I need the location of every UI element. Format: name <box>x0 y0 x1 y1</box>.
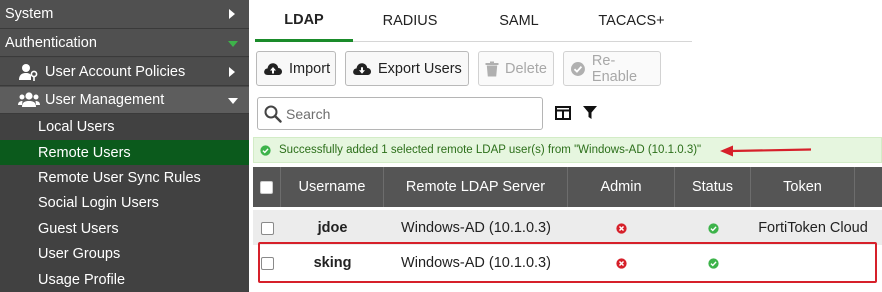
check-circle-icon <box>707 257 719 269</box>
delete-label: Delete <box>505 60 547 77</box>
chevron-down-icon <box>228 98 238 104</box>
row-select-cell <box>253 210 281 246</box>
sidebar-item-user-account-policies[interactable]: User Account Policies <box>0 58 249 86</box>
sidebar-item-label: User Account Policies <box>45 63 186 80</box>
filter-icon[interactable] <box>583 105 599 123</box>
sidebar-item-label: Remote Users <box>38 144 131 161</box>
users-icon <box>18 91 40 109</box>
tab-radius[interactable]: RADIUS <box>353 0 467 42</box>
row-checkbox[interactable] <box>260 256 274 270</box>
status-cell <box>675 210 751 246</box>
check-circle-icon <box>707 222 719 234</box>
column-header-token[interactable]: Token <box>751 167 855 207</box>
table-header: Username Remote LDAP Server Admin Status… <box>253 167 882 207</box>
column-header-remote-ldap-server[interactable]: Remote LDAP Server <box>384 167 568 207</box>
sidebar-item-label: Usage Profile <box>38 271 126 288</box>
re-enable-label: Re-Enable <box>591 52 638 85</box>
sidebar-item-label: User Management <box>45 92 165 108</box>
sidebar: System Authentication User Account Polic… <box>0 0 249 292</box>
status-cell <box>675 245 751 281</box>
admin-cell <box>568 210 675 246</box>
sidebar-item-label: Local Users <box>38 119 115 135</box>
re-enable-button[interactable]: Re-Enable <box>563 51 661 86</box>
column-header-username[interactable]: Username <box>281 167 384 207</box>
select-all-cell <box>253 167 281 207</box>
row-checkbox[interactable] <box>260 221 274 235</box>
user-key-icon <box>18 63 40 81</box>
chevron-right-icon <box>229 9 235 19</box>
trash-icon <box>485 61 499 76</box>
row-select-cell <box>253 245 281 281</box>
select-all-checkbox[interactable] <box>260 180 273 194</box>
tab-bar: LDAP RADIUS SAML TACACS+ <box>255 0 692 42</box>
delete-button[interactable]: Delete <box>478 51 554 86</box>
sidebar-item-usage-profile[interactable]: Usage Profile <box>0 267 249 292</box>
tab-tacacs[interactable]: TACACS+ <box>571 0 692 42</box>
admin-cell <box>568 245 675 281</box>
sidebar-item-remote-users[interactable]: Remote Users <box>0 140 249 165</box>
sidebar-item-authentication[interactable]: Authentication <box>0 29 249 57</box>
sidebar-item-label: Remote User Sync Rules <box>38 169 201 186</box>
tab-saml[interactable]: SAML <box>467 0 571 42</box>
sidebar-item-label: Social Login Users <box>38 195 159 211</box>
token-cell <box>751 245 875 281</box>
export-users-label: Export Users <box>378 60 462 77</box>
sidebar-item-label: System <box>5 6 54 22</box>
search-box <box>257 97 543 130</box>
sidebar-item-system[interactable]: System <box>0 0 249 29</box>
sidebar-item-social-login-users[interactable]: Social Login Users <box>0 190 249 216</box>
sidebar-item-label: User Groups <box>38 246 121 262</box>
sidebar-item-user-groups[interactable]: User Groups <box>0 241 249 267</box>
username-cell: jdoe <box>317 220 348 236</box>
chevron-down-icon <box>228 40 238 47</box>
chevron-right-icon <box>229 66 235 77</box>
table-row[interactable]: jdoe Windows-AD (10.1.0.3) FortiToken Cl… <box>253 210 882 246</box>
import-label: Import <box>289 60 331 77</box>
x-circle-icon <box>616 222 627 234</box>
annotation-arrow <box>720 145 812 157</box>
tab-ldap[interactable]: LDAP <box>255 0 353 42</box>
table-row[interactable]: sking Windows-AD (10.1.0.3) <box>253 245 882 281</box>
column-header-extra <box>855 167 882 207</box>
main-panel: LDAP RADIUS SAML TACACS+ Import Export U… <box>249 0 882 292</box>
x-circle-icon <box>616 257 627 269</box>
server-cell: Windows-AD (10.1.0.3) <box>401 220 551 236</box>
server-cell: Windows-AD (10.1.0.3) <box>401 255 551 271</box>
sidebar-item-local-users[interactable]: Local Users <box>0 114 249 140</box>
sidebar-item-label: Guest Users <box>38 220 119 237</box>
username-cell: sking <box>313 255 352 271</box>
sidebar-item-label: Authentication <box>5 34 97 51</box>
token-cell: FortiToken Cloud <box>758 220 868 236</box>
column-header-admin[interactable]: Admin <box>568 167 675 207</box>
success-message-text: Successfully added 1 selected remote LDA… <box>279 144 702 156</box>
import-button[interactable]: Import <box>256 51 336 86</box>
search-input[interactable] <box>286 105 526 122</box>
cloud-download-icon <box>353 62 371 75</box>
search-icon <box>264 105 282 123</box>
cloud-upload-icon <box>264 62 282 75</box>
column-header-status[interactable]: Status <box>675 167 751 207</box>
export-users-button[interactable]: Export Users <box>345 51 469 86</box>
check-circle-icon <box>570 61 585 76</box>
sidebar-item-user-management[interactable]: User Management <box>0 87 249 114</box>
sidebar-item-remote-user-sync-rules[interactable]: Remote User Sync Rules <box>0 165 249 190</box>
check-circle-icon <box>260 144 271 156</box>
sidebar-item-guest-users[interactable]: Guest Users <box>0 216 249 241</box>
column-settings-icon[interactable] <box>555 105 573 123</box>
